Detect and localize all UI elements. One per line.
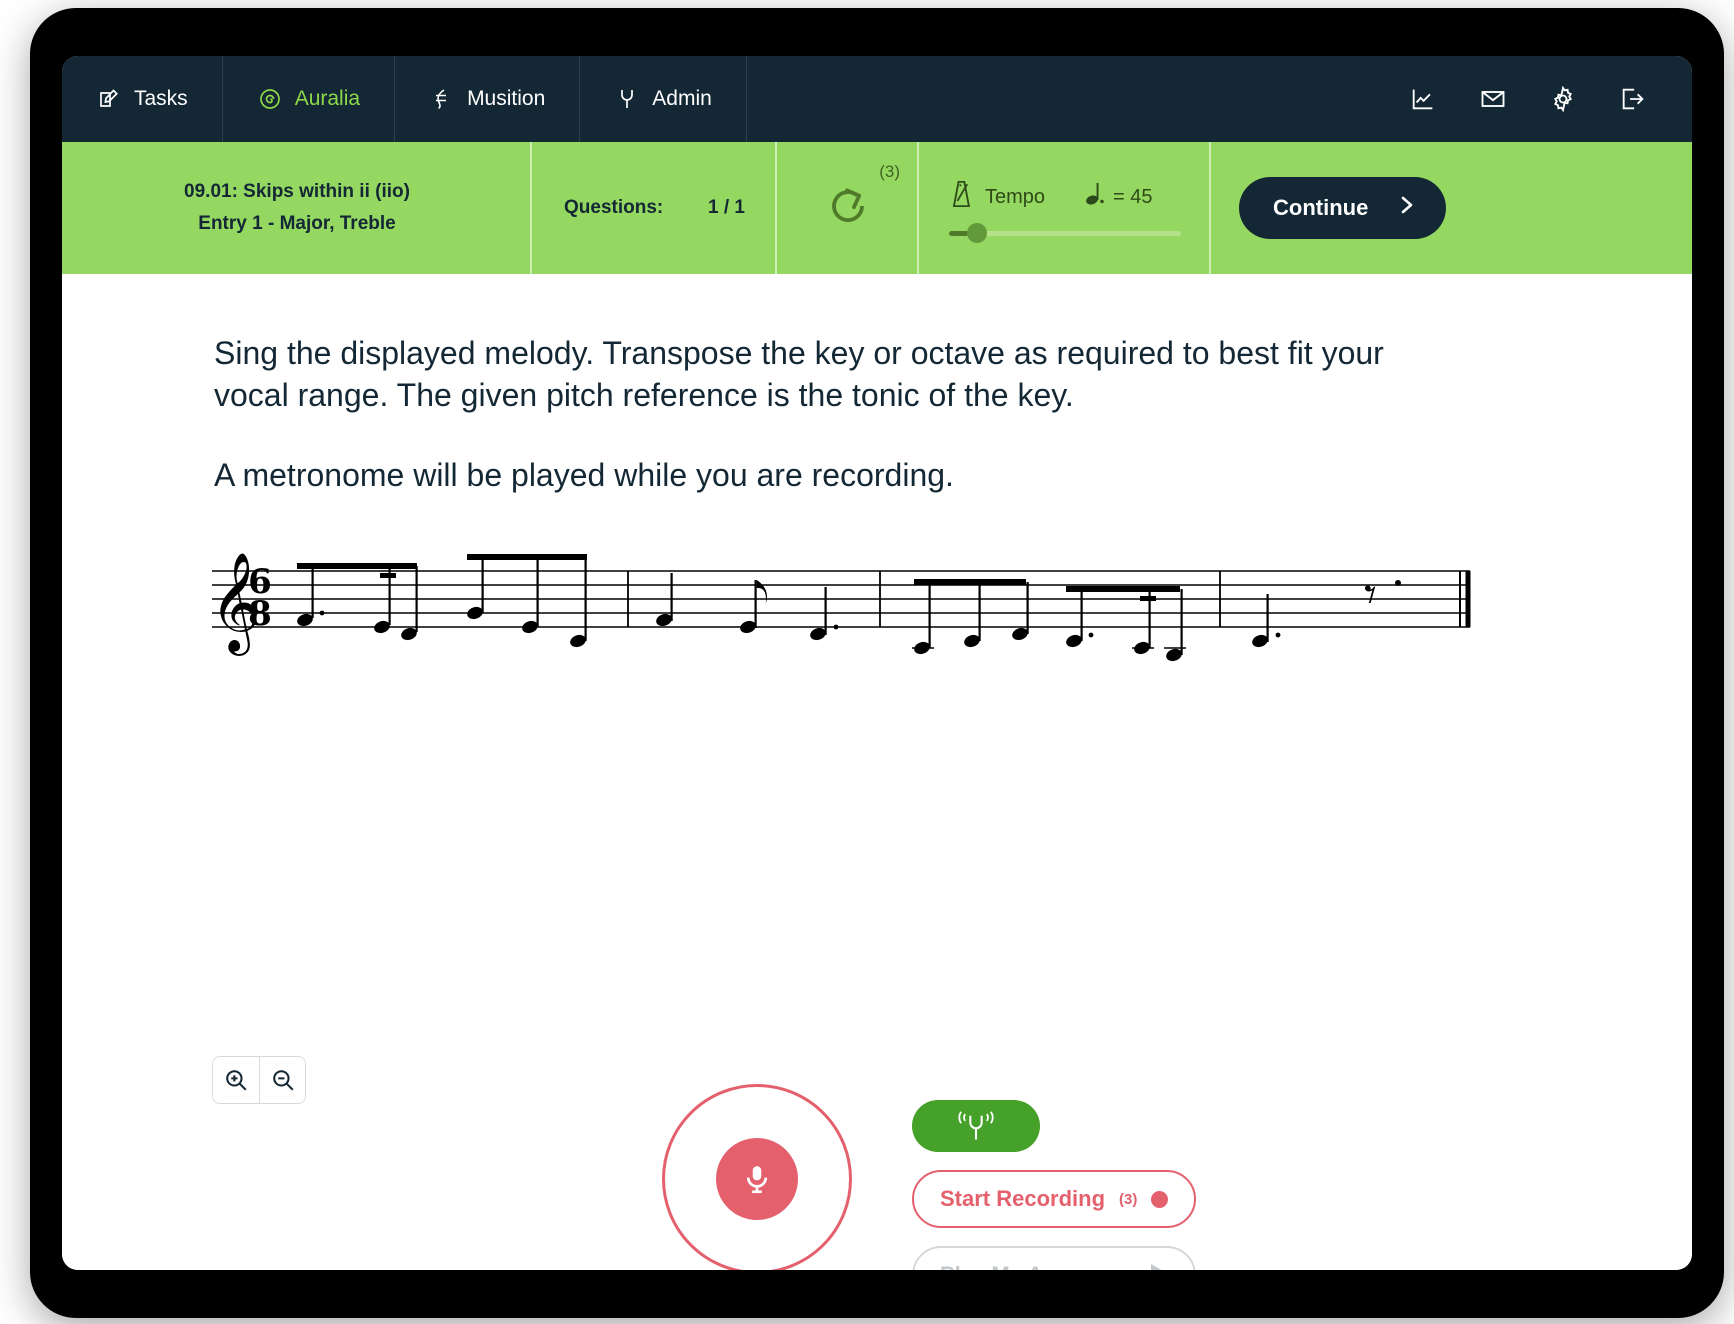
logout-icon[interactable] [1618,84,1648,114]
zoom-out-button[interactable] [259,1057,305,1103]
chevron-right-icon [1394,193,1418,223]
svg-text:𝄾: 𝄾 [1364,567,1377,623]
tablet-frame: Tasks Auralia Musition Admin 09.01: Skip… [30,8,1724,1318]
tempo-slider-thumb[interactable] [967,223,987,243]
pitch-reference-button[interactable] [912,1100,1040,1152]
play-my-answer-label: Play My Answer [940,1262,1107,1270]
recorder-panel: Start Recording (3) Play My Answer DURAT… [662,1084,1197,1270]
tempo-value: = 45 [1113,185,1153,208]
top-navigation-bar: Tasks Auralia Musition Admin [62,56,1692,142]
nav-item-label: Tasks [134,87,188,110]
tablet-screen: Tasks Auralia Musition Admin 09.01: Skip… [62,56,1692,1270]
tempo-slider-fill [949,231,969,236]
instruction-paragraph-1: Sing the displayed melody. Transpose the… [214,335,1384,414]
microphone-icon [746,1166,768,1194]
replay-icon [832,188,864,222]
questions-counter: Questions: 1 / 1 [532,142,777,274]
replay-count: (3) [879,161,900,181]
tempo-slider[interactable] [949,223,1181,243]
tempo-row: Tempo = 45 [949,179,1181,215]
start-recording-label: Start Recording [940,1186,1106,1211]
nav-item-auralia[interactable]: Auralia [223,56,396,142]
tuning-fork-icon [958,1111,994,1140]
nav-item-label: Musition [467,87,546,110]
instruction-paragraph-2: A metronome will be played while you are… [214,457,954,494]
zoom-controls [212,1056,306,1104]
replay-button[interactable]: (3) [777,142,919,274]
gear-icon[interactable] [1548,84,1578,114]
musition-clef-icon [429,86,455,112]
task-title-line1: 09.01: Skips within ii (iio) [184,181,410,203]
continue-button-label: Continue [1273,195,1369,220]
zoom-in-button[interactable] [213,1057,259,1103]
nav-actions [1408,56,1692,142]
svg-text:8: 8 [248,594,272,634]
music-notation-svg: 𝄞 6 8 𝄾 [210,552,1471,661]
time-signature: 6 8 [248,562,272,634]
play-my-answer-button[interactable]: Play My Answer [912,1246,1197,1270]
recorder-buttons: Start Recording (3) Play My Answer DURAT… [912,1084,1197,1270]
task-title: 09.01: Skips within ii (iio) Entry 1 - M… [62,142,532,274]
dotted-quarter-note-icon [1085,181,1105,213]
auralia-spiral-icon [257,86,283,112]
start-recording-count: (3) [1119,1190,1138,1208]
instructions: Sing the displayed melody. Transpose the… [214,332,1464,497]
tempo-control: Tempo = 45 [919,142,1211,274]
metronome-icon [949,179,975,215]
questions-label: Questions: [564,197,664,218]
task-toolbar: 09.01: Skips within ii (iio) Entry 1 - M… [62,142,1692,274]
nav-item-tasks[interactable]: Tasks [62,56,223,142]
continue-button[interactable]: Continue [1239,177,1447,239]
replay-wrap: (3) [824,162,900,235]
start-recording-button[interactable]: Start Recording (3) [912,1170,1197,1228]
questions-value: 1 / 1 [708,197,745,218]
tempo-label: Tempo [985,185,1046,208]
reports-icon[interactable] [1408,84,1438,114]
record-dot-icon [1151,1190,1169,1208]
mail-icon[interactable] [1478,84,1508,114]
nav-item-musition[interactable]: Musition [395,56,581,142]
mic-circle [716,1138,798,1220]
music-score: 𝄞 6 8 𝄾 [210,549,1532,669]
record-mic-button[interactable] [662,1084,852,1270]
play-triangle-icon [1148,1262,1168,1270]
pencil-square-icon [96,86,122,112]
nav-item-label: Admin [652,87,712,110]
nav-item-admin[interactable]: Admin [580,56,747,142]
nav-item-label: Auralia [294,87,361,110]
continue-cell: Continue [1211,142,1692,274]
exercise-content: Sing the displayed melody. Transpose the… [62,274,1692,1270]
admin-tuning-fork-icon [614,86,640,112]
tempo-bpm: = 45 [1085,181,1153,213]
task-title-line2: Entry 1 - Major, Treble [198,213,396,234]
